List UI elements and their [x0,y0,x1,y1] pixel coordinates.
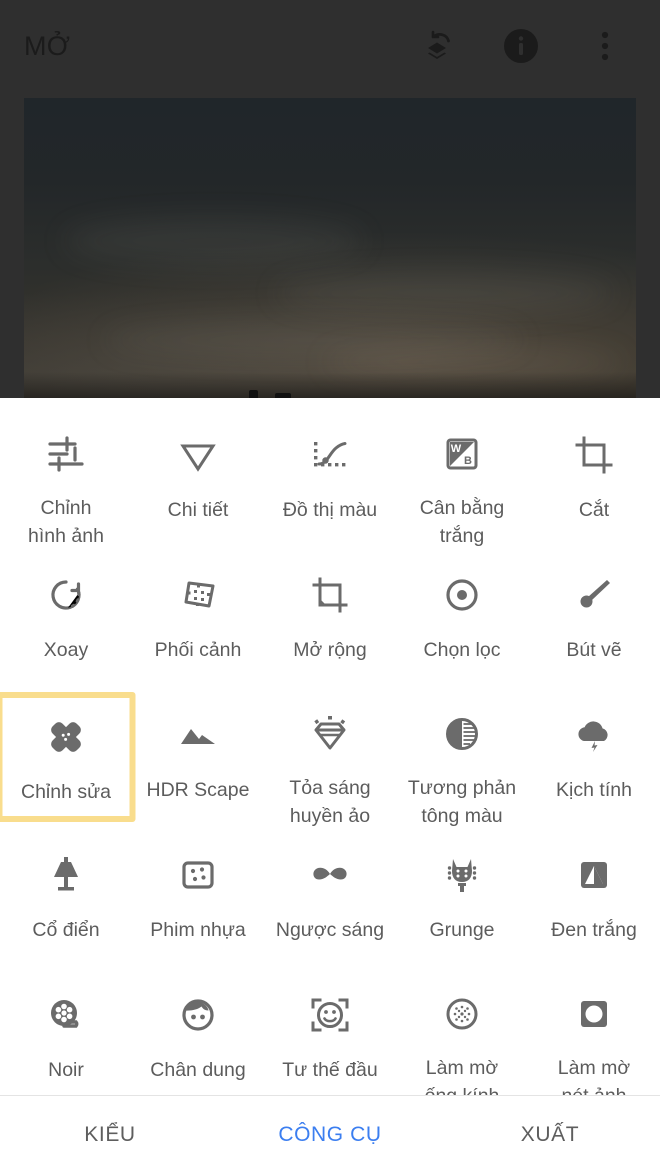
tool-label: Chỉnh sửa [20,781,112,803]
drama-cloud-icon [567,708,621,762]
tune-sliders-icon [39,428,93,480]
tab-tools[interactable]: CÔNG CỤ [220,1123,440,1147]
tool-selective[interactable]: Chọn lọc [396,550,528,690]
tool-label: Mở rộng [293,639,367,661]
portrait-face-icon [171,988,225,1042]
tool-label: Phối cảnh [154,639,242,661]
tools-grid: Chỉnh hình ảnh Chi tiết Đồ thị màu W B C… [0,410,660,1110]
tool-tonal-contrast[interactable]: Tương phản tông màu [396,690,528,830]
tool-label: Tỏa sáng huyền ảo [289,777,371,827]
head-pose-icon [303,988,357,1042]
tool-portrait[interactable]: Chân dung [132,970,264,1110]
grainy-film-icon [171,848,225,902]
tool-white-balance[interactable]: W B Cân bằng trắng [396,410,528,550]
white-balance-icon: W B [435,428,489,480]
tool-label: Tương phản tông màu [407,777,517,827]
tool-label: Ngược sáng [275,919,385,941]
tool-label: Chi tiết [167,499,229,521]
tool-glamour-glow[interactable]: Tỏa sáng huyền ảo [264,690,396,830]
snapseed-editor-screen: MỞ Chỉnh hình ảnh Chi tiết Đồ thị màu W … [0,0,660,1173]
vintage-lamp-icon [39,848,93,902]
tool-retrolux[interactable]: Ngược sáng [264,830,396,970]
horizon-shade [24,372,636,398]
curves-icon [303,428,357,482]
tool-label: Grunge [429,919,495,941]
tool-label: Cân bằng trắng [419,497,505,547]
grunge-guitar-icon [435,848,489,902]
tool-noir[interactable]: Noir [0,970,132,1110]
tool-expand[interactable]: Mở rộng [264,550,396,690]
tool-hdr-scape[interactable]: HDR Scape [132,690,264,830]
perspective-icon [171,568,225,622]
tool-label: Chân dung [150,1059,246,1081]
tool-label: Noir [48,1059,84,1081]
selective-icon [435,568,489,622]
tool-vignette[interactable]: Làm mờ nét ảnh [528,970,660,1110]
top-app-bar: MỞ [0,0,660,92]
tool-tune-image[interactable]: Chỉnh hình ảnh [0,410,132,550]
details-triangle-icon [171,428,225,482]
tool-label: Chọn lọc [423,639,501,661]
cloud-streak [274,273,614,313]
bottom-tab-bar: KIỂU CÔNG CỤ XUẤT [0,1095,660,1173]
rotate-icon [39,568,93,622]
svg-text:B: B [464,455,472,467]
stacks-undo-icon[interactable] [416,25,458,67]
black-white-icon [567,848,621,902]
photo-canvas[interactable] [24,98,636,398]
tool-label: Chỉnh hình ảnh [28,497,104,547]
vignette-icon [567,988,621,1040]
tool-details[interactable]: Chi tiết [132,410,264,550]
skyline-object [249,390,258,398]
tonal-contrast-icon [435,708,489,760]
lens-blur-icon [435,988,489,1040]
tool-drama[interactable]: Kịch tính [528,690,660,830]
topbar-actions [416,25,626,67]
hdr-mountains-icon [171,708,225,762]
tool-rotate[interactable]: Xoay [0,550,132,690]
tool-black-white[interactable]: Đen trắng [528,830,660,970]
tool-curves[interactable]: Đồ thị màu [264,410,396,550]
noir-film-reel-icon [39,988,93,1042]
tool-crop[interactable]: Cắt [528,410,660,550]
tool-label: HDR Scape [146,779,250,801]
tool-label: Cắt [578,499,610,521]
tool-label: Đen trắng [551,919,637,941]
expand-icon [303,568,357,622]
glamour-glow-icon [303,708,357,760]
tool-label: Kịch tính [556,779,632,801]
crop-icon [567,428,621,482]
tools-panel: Chỉnh hình ảnh Chi tiết Đồ thị màu W B C… [0,398,660,1107]
healing-icon [39,710,93,764]
tool-label: Xoay [43,639,89,661]
tool-brush[interactable]: Bút vẽ [528,550,660,690]
overflow-menu-icon[interactable] [584,25,626,67]
tool-label: Tư thế đầu [282,1059,378,1081]
tool-label: Cổ điển [32,919,100,941]
tool-label: Bút vẽ [566,639,622,661]
info-circle-icon[interactable] [500,25,542,67]
tab-styles[interactable]: KIỂU [0,1123,220,1147]
tool-head-pose[interactable]: Tư thế đầu [264,970,396,1110]
tool-perspective[interactable]: Phối cảnh [132,550,264,690]
page-title: MỞ [24,30,71,61]
tool-grunge[interactable]: Grunge [396,830,528,970]
tool-vintage[interactable]: Cổ điển [0,830,132,970]
tool-label: Đồ thị màu [282,499,378,521]
retrolux-mustache-icon [303,848,357,902]
svg-text:W: W [451,443,462,455]
brush-icon [567,568,621,622]
tool-grainy-film[interactable]: Phim nhựa [132,830,264,970]
tool-healing[interactable]: Chỉnh sửa [0,690,132,830]
tool-lens-blur[interactable]: Làm mờ ống kính [396,970,528,1110]
tab-export[interactable]: XUẤT [440,1123,660,1147]
cloud-streak [64,218,364,264]
tool-label: Phim nhựa [150,919,246,941]
